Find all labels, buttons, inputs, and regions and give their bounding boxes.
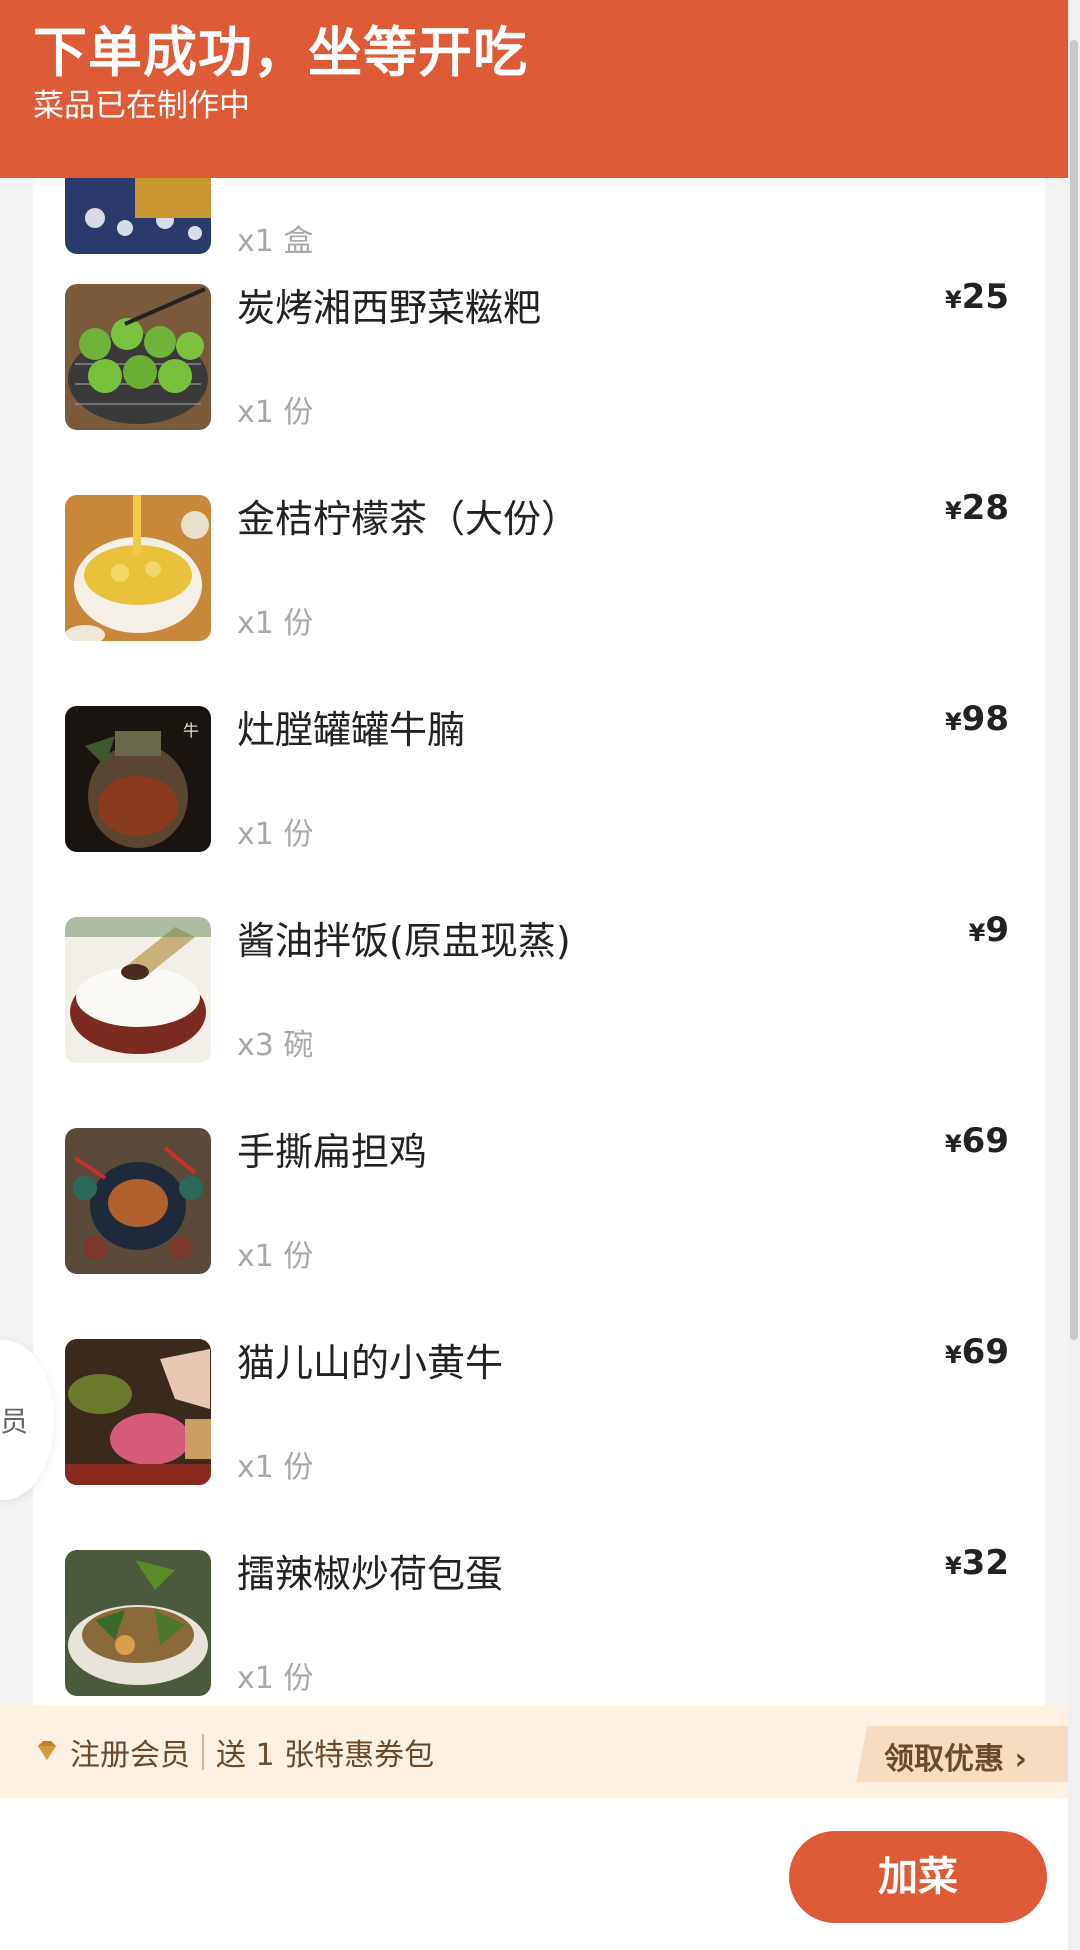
scrollbar-thumb[interactable] [1070,40,1078,1340]
list-item[interactable]: 金桔柠檬茶（大份） x1 份 ¥28 [33,488,1045,699]
item-name: 灶膛罐罐牛腩 [237,708,466,752]
claim-offer-button[interactable]: 领取优惠 › [856,1726,1080,1782]
dish-image [65,1339,211,1485]
item-quantity: x1 盒 [237,224,314,259]
price-value: 69 [961,1332,1009,1372]
dish-image [65,284,211,430]
page-title: 下单成功，坐等开吃 [33,21,528,84]
item-price: ¥28 [945,488,1009,528]
currency-symbol: ¥ [944,708,962,736]
price-value: 28 [961,488,1009,528]
dish-image [65,917,211,1063]
member-promo-bar[interactable]: 注册会员 送 1 张特惠券包 领取优惠 › [0,1706,1080,1798]
dish-image [65,495,211,641]
currency-symbol: ¥ [944,497,962,525]
list-item[interactable]: 牛 灶膛罐罐牛腩 x1 份 ¥98 [33,699,1045,910]
item-name: 手撕扁担鸡 [237,1130,428,1174]
currency-symbol: ¥ [944,1130,962,1158]
scrollbar[interactable] [1068,0,1080,1950]
price-value: 98 [961,699,1009,739]
svg-text:牛: 牛 [183,721,199,740]
price-value: 69 [961,1121,1009,1161]
item-price: ¥32 [945,1543,1009,1583]
list-item[interactable]: 擂辣椒炒荷包蛋 x1 份 ¥32 [33,1543,1045,1706]
item-quantity: x1 份 [237,817,314,852]
currency-symbol: ¥ [944,286,962,314]
price-value: 25 [961,277,1009,317]
add-dishes-button[interactable]: 加菜 [789,1831,1047,1923]
order-item-list: x1 盒 炭烤湘西野菜糍粑 x1 份 ¥25 金桔柠檬茶（大份） x1 份 ¥2… [33,178,1045,1706]
bottom-action-bar: 加菜 [0,1798,1080,1950]
list-item[interactable]: 酱油拌饭(原盅现蒸) x3 碗 ¥9 [33,910,1045,1121]
divider [202,1734,204,1770]
page-subtitle: 菜品已在制作中 [33,88,250,124]
dish-image: 牛 [65,706,211,852]
item-name: 猫儿山的小黄牛 [237,1341,504,1385]
order-status-header: 下单成功，坐等开吃 菜品已在制作中 [0,0,1080,178]
dish-image [65,178,211,254]
item-name: 金桔柠檬茶（大份） [237,497,580,541]
item-quantity: x1 份 [237,606,314,641]
item-name: 炭烤湘西野菜糍粑 [237,286,542,330]
dish-image [65,1550,211,1696]
item-price: ¥9 [969,910,1009,950]
item-name: 擂辣椒炒荷包蛋 [237,1552,504,1596]
currency-symbol: ¥ [968,919,986,947]
item-price: ¥98 [945,699,1009,739]
price-value: 32 [961,1543,1009,1583]
currency-symbol: ¥ [944,1341,962,1369]
dish-image [65,1128,211,1274]
claim-offer-label: 领取优惠 › [884,1742,1027,1777]
register-member-text: 注册会员 [70,1738,190,1773]
item-price: ¥25 [945,277,1009,317]
coupon-gift-text: 送 1 张特惠券包 [216,1738,435,1773]
item-quantity: x1 份 [237,395,314,430]
item-price: ¥69 [945,1332,1009,1372]
item-quantity: x3 碗 [237,1028,314,1063]
diamond-icon [38,1741,56,1760]
currency-symbol: ¥ [944,1552,962,1580]
list-item[interactable]: 炭烤湘西野菜糍粑 x1 份 ¥25 [33,277,1045,488]
price-value: 9 [985,910,1009,950]
item-price: ¥69 [945,1121,1009,1161]
list-item[interactable]: 猫儿山的小黄牛 x1 份 ¥69 [33,1332,1045,1543]
member-float-label: 员 [0,1405,29,1438]
item-quantity: x1 份 [237,1661,314,1696]
item-name: 酱油拌饭(原盅现蒸) [237,919,571,963]
item-quantity: x1 份 [237,1450,314,1485]
item-quantity: x1 份 [237,1239,314,1274]
list-item[interactable]: 手撕扁担鸡 x1 份 ¥69 [33,1121,1045,1332]
